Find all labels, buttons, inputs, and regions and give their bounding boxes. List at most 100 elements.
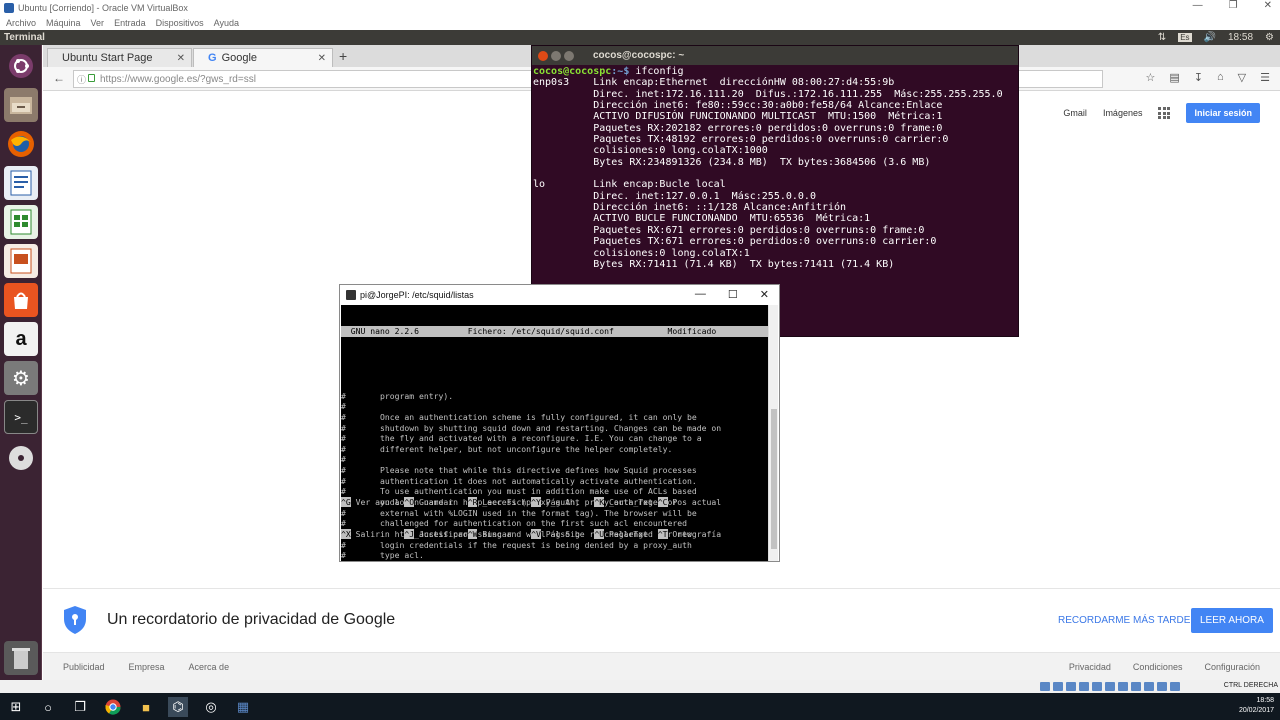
gmail-link[interactable]: Gmail xyxy=(1063,108,1087,118)
vmware-icon[interactable]: ◎ xyxy=(201,697,221,717)
back-arrow-icon[interactable]: ← xyxy=(53,71,65,85)
nano-line: # different helper, but not unconfigure … xyxy=(341,443,673,454)
footer-link-privacy[interactable]: Privacidad xyxy=(1069,662,1111,672)
minimize-icon[interactable]: — xyxy=(1193,0,1203,11)
nano-shortcut-key: ^J xyxy=(404,529,415,540)
nano-editor[interactable]: GNU nano 2.2.6 Fichero: /etc/squid/squid… xyxy=(341,305,769,561)
menu-dispositivos[interactable]: Dispositivos xyxy=(156,18,204,28)
nano-line: # program entry). xyxy=(341,390,454,401)
maximize-window-icon[interactable] xyxy=(564,50,574,61)
close-icon[interactable]: ✕ xyxy=(1264,0,1272,11)
star-icon[interactable]: ☆ xyxy=(1146,71,1156,84)
tab-google[interactable]: G Google ✕ xyxy=(193,48,333,67)
nano-shortcut-key: ^R xyxy=(467,497,478,508)
tab-ubuntu-start-page[interactable]: Ubuntu Start Page ✕ xyxy=(47,48,192,67)
optical-drive-icon[interactable] xyxy=(1053,682,1063,691)
mouse-integration-icon[interactable] xyxy=(1157,682,1167,691)
signin-button[interactable]: Iniciar sesión xyxy=(1186,103,1260,123)
windows-start-icon[interactable]: ⊞ xyxy=(6,697,26,717)
nano-state: Modificado xyxy=(667,326,722,337)
prompt-path: :~$ xyxy=(611,66,630,77)
network-icon[interactable]: ⇅ xyxy=(1158,32,1166,43)
network-adapter-icon[interactable] xyxy=(1079,682,1089,691)
new-tab-button[interactable]: + xyxy=(339,48,347,64)
close-window-icon[interactable] xyxy=(538,50,548,61)
close-tab-icon[interactable]: ✕ xyxy=(177,53,185,64)
audio-icon[interactable] xyxy=(1066,682,1076,691)
software-center-icon[interactable] xyxy=(4,283,38,317)
footer-link-settings[interactable]: Configuración xyxy=(1204,662,1260,672)
privacy-reminder-banner: Un recordatorio de privacidad de Google … xyxy=(43,588,1280,652)
nano-shortcut-key: ^K xyxy=(594,497,605,508)
virtualbox-taskbar-icon[interactable]: ▦ xyxy=(233,697,253,717)
taskbar-clock[interactable]: 18:58 20/02/2017 xyxy=(1239,696,1274,716)
gear-icon[interactable]: ⚙ xyxy=(1265,32,1274,43)
files-icon[interactable] xyxy=(4,88,38,122)
menu-entrada[interactable]: Entrada xyxy=(114,18,146,28)
panel-clock[interactable]: 18:58 xyxy=(1228,32,1253,43)
volume-icon[interactable]: 🔊 xyxy=(1204,32,1216,43)
maximize-icon[interactable]: ☐ xyxy=(728,288,738,301)
menu-archivo[interactable]: Archivo xyxy=(6,18,36,28)
close-tab-icon[interactable]: ✕ xyxy=(318,53,326,64)
keyboard-icon[interactable] xyxy=(1170,682,1180,691)
minimize-window-icon[interactable] xyxy=(551,50,561,61)
putty-window[interactable]: pi@JorgePI: /etc/squid/listas — ☐ ✕ GNU … xyxy=(339,284,780,562)
terminal-output[interactable]: cocos@cocospc:~$ ifconfig enp0s3 Link en… xyxy=(532,65,1018,271)
reading-list-icon[interactable]: ▤ xyxy=(1169,71,1179,84)
footer-link-about[interactable]: Acerca de xyxy=(189,662,230,672)
menu-maquina[interactable]: Máquina xyxy=(46,18,81,28)
google-footer: Publicidad Empresa Acerca de Privacidad … xyxy=(43,652,1280,680)
pocket-icon[interactable]: ▽ xyxy=(1238,71,1246,84)
hdd-icon[interactable] xyxy=(1040,682,1050,691)
trash-icon[interactable] xyxy=(4,641,38,675)
shield-icon xyxy=(64,606,86,634)
keyboard-layout-indicator[interactable]: Es xyxy=(1178,33,1192,42)
download-icon[interactable]: ↧ xyxy=(1194,71,1203,84)
usb-icon[interactable] xyxy=(1092,682,1102,691)
remind-later-button[interactable]: RECORDARME MÁS TARDE xyxy=(1058,615,1190,626)
cpu-icon[interactable] xyxy=(1144,682,1154,691)
dash-icon[interactable] xyxy=(4,49,38,83)
info-icon[interactable]: ⓘ xyxy=(77,73,86,86)
vbox-device-icons xyxy=(1040,682,1180,691)
terminal-icon[interactable]: >_ xyxy=(4,400,38,434)
read-now-button[interactable]: LEER AHORA xyxy=(1191,608,1273,633)
home-icon[interactable]: ⌂ xyxy=(1217,71,1224,84)
terminal-titlebar[interactable]: cocos@cocospc: ~ xyxy=(532,46,1018,65)
shared-folder-icon[interactable] xyxy=(1105,682,1115,691)
settings-icon[interactable]: ⚙ xyxy=(4,361,38,395)
nano-line: # xyxy=(341,401,346,412)
menu-ver[interactable]: Ver xyxy=(91,18,105,28)
firefox-icon[interactable] xyxy=(4,127,38,161)
chrome-icon[interactable] xyxy=(103,697,123,717)
putty-icon[interactable]: ⌬ xyxy=(168,697,188,717)
dvd-icon[interactable] xyxy=(4,441,38,475)
impress-icon[interactable] xyxy=(4,244,38,278)
menu-icon[interactable]: ☰ xyxy=(1260,71,1270,84)
menu-ayuda[interactable]: Ayuda xyxy=(214,18,239,28)
putty-scrollbar[interactable] xyxy=(768,305,778,561)
apps-grid-icon[interactable] xyxy=(1158,107,1171,119)
cortana-icon[interactable]: ○ xyxy=(38,697,58,717)
terminal-line: Paquetes RX:202182 errores:0 perdidos:0 … xyxy=(533,122,943,134)
putty-window-controls: — ☐ ✕ xyxy=(695,288,769,301)
restore-icon[interactable]: ❐ xyxy=(1229,0,1238,11)
footer-link-terms[interactable]: Condiciones xyxy=(1133,662,1183,672)
terminal-line: ACTIVO BUCLE FUNCIONANDO MTU:65536 Métri… xyxy=(533,213,871,225)
footer-link-advertising[interactable]: Publicidad xyxy=(63,662,105,672)
video-capture-icon[interactable] xyxy=(1131,682,1141,691)
display-icon[interactable] xyxy=(1118,682,1128,691)
task-view-icon[interactable]: ❐ xyxy=(70,697,90,717)
minimize-icon[interactable]: — xyxy=(695,288,706,301)
writer-icon[interactable] xyxy=(4,166,38,200)
footer-link-business[interactable]: Empresa xyxy=(129,662,165,672)
close-icon[interactable]: ✕ xyxy=(760,288,769,301)
scrollbar-thumb[interactable] xyxy=(771,409,777,549)
terminal-line: Dirección inet6: ::1/128 Alcance:Anfitri… xyxy=(533,202,847,214)
amazon-icon[interactable]: a xyxy=(4,322,38,356)
images-link[interactable]: Imágenes xyxy=(1103,108,1143,118)
virtualbox-icon xyxy=(4,2,14,13)
file-explorer-icon[interactable]: ■ xyxy=(136,697,156,717)
calc-icon[interactable] xyxy=(4,205,38,239)
